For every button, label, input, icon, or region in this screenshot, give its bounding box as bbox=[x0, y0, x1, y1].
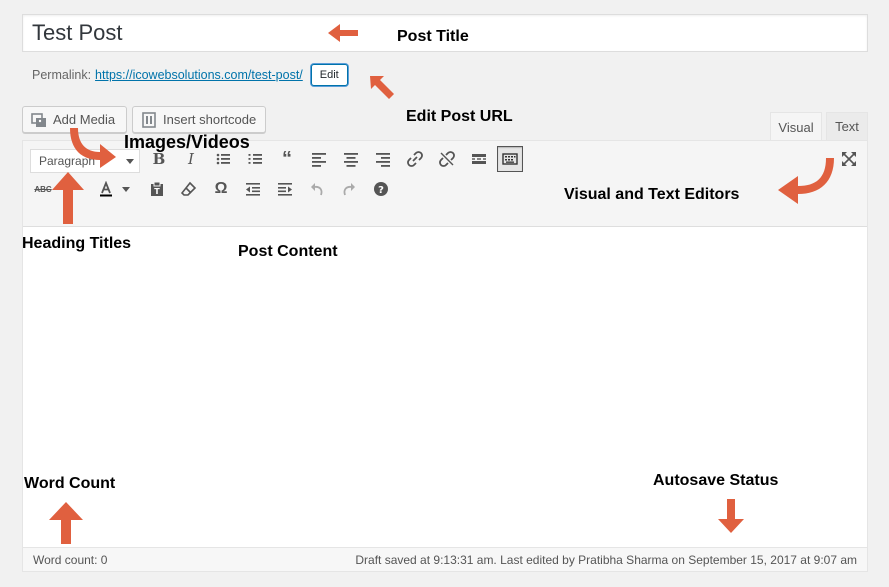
text-color-icon bbox=[100, 181, 112, 197]
editor-statusbar: Word count: 0 Draft saved at 9:13:31 am.… bbox=[23, 547, 867, 571]
tab-text[interactable]: Text bbox=[826, 112, 868, 140]
increase-indent-button[interactable] bbox=[272, 176, 298, 202]
chevron-down-icon bbox=[126, 159, 134, 164]
bulleted-list-icon bbox=[216, 153, 230, 165]
shortcode-icon bbox=[141, 111, 157, 128]
arrow-up-left-icon bbox=[370, 76, 394, 99]
permalink-label: Permalink: bbox=[32, 68, 92, 82]
undo-icon bbox=[311, 183, 323, 196]
align-right-button[interactable] bbox=[370, 146, 396, 172]
fullscreen-button[interactable] bbox=[836, 146, 862, 172]
annotation-images-videos: Images/Videos bbox=[124, 132, 250, 152]
align-right-icon bbox=[376, 153, 390, 167]
remove-link-icon bbox=[439, 151, 455, 167]
align-center-icon bbox=[344, 153, 358, 167]
align-center-button[interactable] bbox=[338, 146, 364, 172]
tab-visual[interactable]: Visual bbox=[770, 112, 822, 141]
read-more-button[interactable] bbox=[466, 146, 492, 172]
clear-formatting-icon bbox=[181, 181, 197, 196]
edit-permalink-button[interactable]: Edit bbox=[310, 64, 348, 86]
remove-link-button[interactable] bbox=[434, 146, 460, 172]
text-color-chevron-icon bbox=[122, 186, 130, 192]
redo-button[interactable] bbox=[336, 176, 362, 202]
arrow-left-icon bbox=[328, 24, 358, 42]
arrow-down-icon bbox=[718, 499, 744, 533]
text-color-button[interactable] bbox=[94, 176, 134, 202]
annotation-heading-titles: Heading Titles bbox=[22, 235, 132, 252]
curved-arrow-right-icon bbox=[70, 128, 116, 168]
annotation-post-content: Post Content bbox=[238, 243, 338, 260]
arrow-up-icon bbox=[52, 172, 84, 224]
align-left-icon bbox=[312, 153, 326, 167]
redo-icon bbox=[343, 183, 355, 196]
add-media-icon bbox=[31, 112, 47, 128]
paste-as-text-icon: T bbox=[151, 181, 163, 196]
toolbar-toggle-button[interactable] bbox=[497, 146, 523, 172]
insert-shortcode-button[interactable]: Insert shortcode bbox=[132, 106, 266, 133]
editor-toolbar: Paragraph B I “ ABC T Ω ? bbox=[23, 141, 867, 227]
help-icon: ? bbox=[374, 182, 388, 196]
read-more-icon bbox=[472, 154, 486, 164]
annotation-word-count: Word Count bbox=[24, 475, 116, 492]
permalink-link[interactable]: https://icowebsolutions.com/test-post/ bbox=[95, 68, 303, 82]
align-left-button[interactable] bbox=[306, 146, 332, 172]
increase-indent-icon bbox=[278, 183, 292, 196]
annotation-visual-text-editors: Visual and Text Editors bbox=[564, 186, 740, 203]
toolbar-toggle-icon bbox=[502, 153, 518, 165]
paste-as-text-button[interactable]: T bbox=[144, 176, 170, 202]
decrease-indent-button[interactable] bbox=[240, 176, 266, 202]
curved-arrow-left-icon bbox=[778, 158, 834, 204]
clear-formatting-button[interactable] bbox=[176, 176, 202, 202]
word-count: Word count: 0 bbox=[33, 553, 108, 567]
svg-text:T: T bbox=[154, 187, 160, 196]
undo-button[interactable] bbox=[304, 176, 330, 202]
add-media-label: Add Media bbox=[53, 112, 116, 127]
special-character-icon: Ω bbox=[214, 180, 228, 197]
autosave-status: Draft saved at 9:13:31 am. Last edited b… bbox=[355, 553, 857, 567]
arrow-up-icon-2 bbox=[49, 502, 83, 544]
insert-shortcode-label: Insert shortcode bbox=[163, 112, 257, 127]
svg-text:?: ? bbox=[378, 185, 384, 196]
fullscreen-icon bbox=[842, 152, 856, 166]
special-character-button[interactable]: Ω bbox=[208, 176, 234, 202]
annotation-autosave-status: Autosave Status bbox=[653, 472, 779, 489]
help-button[interactable]: ? bbox=[368, 176, 394, 202]
decrease-indent-icon bbox=[246, 183, 260, 196]
annotation-edit-post-url: Edit Post URL bbox=[406, 108, 513, 125]
annotation-post-title: Post Title bbox=[397, 28, 469, 45]
blockquote-icon: “ bbox=[282, 147, 292, 170]
insert-link-icon bbox=[407, 151, 423, 167]
insert-link-button[interactable] bbox=[402, 146, 428, 172]
blockquote-button[interactable]: “ bbox=[274, 146, 300, 172]
numbered-list-icon bbox=[248, 154, 262, 164]
permalink-row: Permalink: https://icowebsolutions.com/t… bbox=[32, 64, 348, 86]
